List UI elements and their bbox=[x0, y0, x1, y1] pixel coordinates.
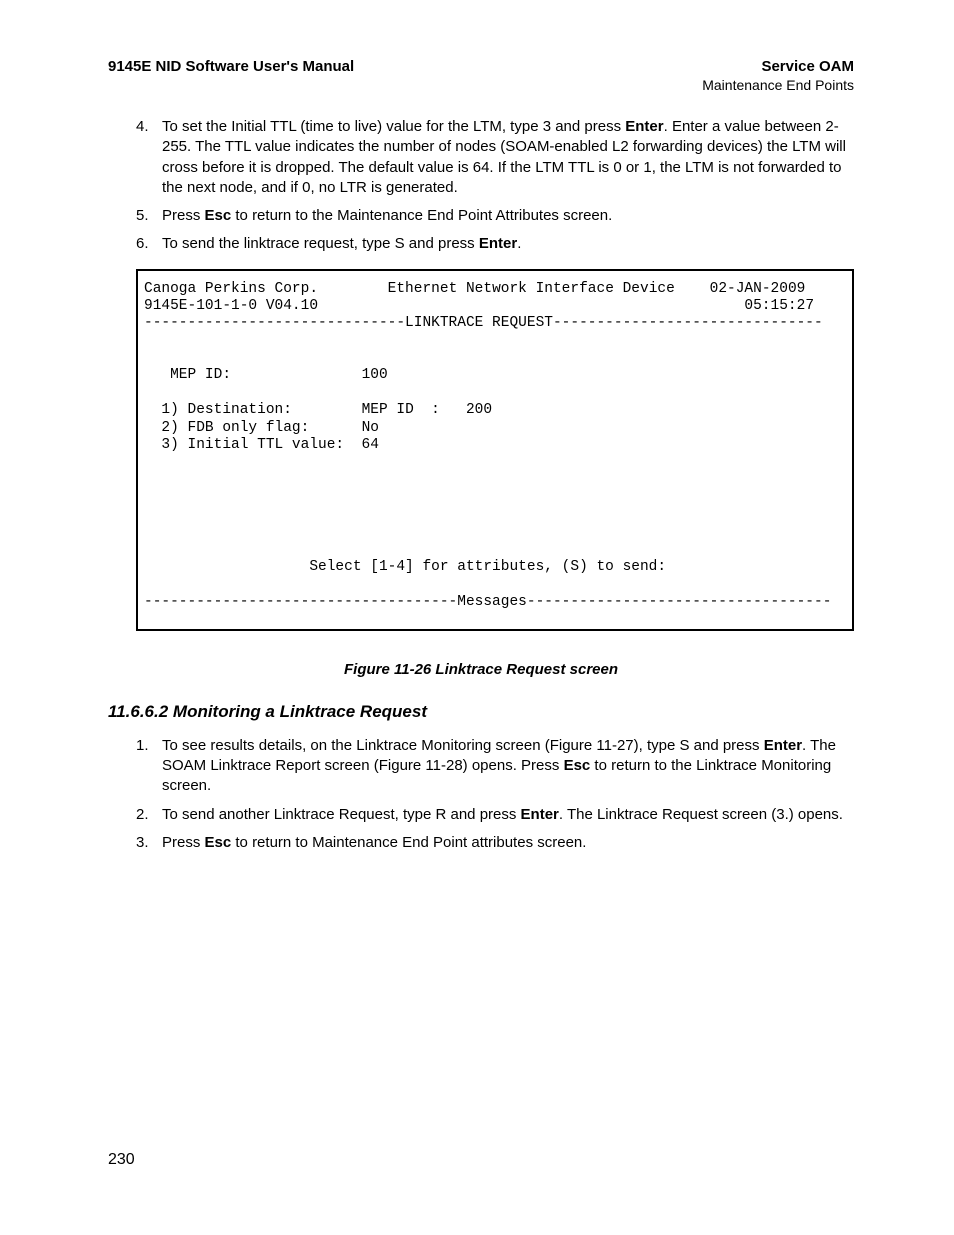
term-opt3: 3) Initial TTL value: bbox=[161, 437, 344, 453]
step-number: 5. bbox=[136, 206, 149, 226]
step-text: . The Linktrace Request screen (3.) open… bbox=[559, 806, 843, 823]
step-text: to return to Maintenance End Point attri… bbox=[231, 834, 586, 851]
steps-list-a: 4. To set the Initial TTL (time to live)… bbox=[108, 117, 854, 255]
figure-caption: Figure 11-26 Linktrace Request screen bbox=[108, 661, 854, 678]
page-header: 9145E NID Software User's Manual Service… bbox=[108, 58, 854, 93]
steps-list-b: 1. To see results details, on the Linktr… bbox=[108, 736, 854, 853]
step-text: To see results details, on the Linktrace… bbox=[162, 737, 764, 754]
step-text: . bbox=[517, 235, 521, 252]
header-subsection: Maintenance End Points bbox=[702, 77, 854, 93]
step-text: To set the Initial TTL (time to live) va… bbox=[162, 118, 625, 135]
term-model: 9145E-101-1-0 V04.10 bbox=[144, 298, 318, 314]
step-item: 4. To set the Initial TTL (time to live)… bbox=[136, 117, 854, 198]
keycap: Enter bbox=[521, 806, 559, 823]
term-opt1-val: MEP ID : 200 bbox=[362, 402, 493, 418]
step-item: 3. Press Esc to return to Maintenance En… bbox=[136, 833, 854, 853]
step-text: To send the linktrace request, type S an… bbox=[162, 235, 479, 252]
term-opt2-val: No bbox=[362, 420, 379, 436]
term-device: Ethernet Network Interface Device bbox=[388, 281, 675, 297]
keycap: Enter bbox=[625, 118, 663, 135]
page-number: 230 bbox=[108, 1151, 135, 1169]
step-text: To send another Linktrace Request, type … bbox=[162, 806, 521, 823]
step-text: Press bbox=[162, 207, 205, 224]
keycap: Esc bbox=[564, 757, 591, 774]
step-item: 2. To send another Linktrace Request, ty… bbox=[136, 805, 854, 825]
term-time: 05:15:27 bbox=[744, 298, 814, 314]
step-number: 2. bbox=[136, 805, 149, 825]
term-mep-label: MEP ID: bbox=[170, 367, 231, 383]
document-page: 9145E NID Software User's Manual Service… bbox=[0, 0, 954, 853]
step-text: Press bbox=[162, 834, 205, 851]
term-date: 02-JAN-2009 bbox=[710, 281, 806, 297]
step-number: 3. bbox=[136, 833, 149, 853]
term-company: Canoga Perkins Corp. bbox=[144, 281, 318, 297]
header-title-left: 9145E NID Software User's Manual bbox=[108, 58, 354, 93]
step-item: 6. To send the linktrace request, type S… bbox=[136, 234, 854, 254]
step-item: 1. To see results details, on the Linktr… bbox=[136, 736, 854, 797]
term-opt3-val: 64 bbox=[362, 437, 379, 453]
term-msg-line: ------------------------------------Mess… bbox=[144, 594, 831, 610]
step-number: 4. bbox=[136, 117, 149, 137]
step-item: 5. Press Esc to return to the Maintenanc… bbox=[136, 206, 854, 226]
header-section: Service OAM bbox=[702, 58, 854, 75]
section-heading: 11.6.6.2 Monitoring a Linktrace Request bbox=[108, 702, 854, 722]
step-number: 1. bbox=[136, 736, 149, 756]
term-opt2: 2) FDB only flag: bbox=[161, 420, 309, 436]
keycap: Esc bbox=[205, 207, 232, 224]
term-mep-value: 100 bbox=[362, 367, 388, 383]
term-opt1: 1) Destination: bbox=[161, 402, 292, 418]
step-number: 6. bbox=[136, 234, 149, 254]
content-block: 4. To set the Initial TTL (time to live)… bbox=[108, 117, 854, 853]
keycap: Enter bbox=[479, 235, 517, 252]
terminal-screenshot: Canoga Perkins Corp. Ethernet Network In… bbox=[136, 269, 854, 631]
term-title-line: ------------------------------LINKTRACE … bbox=[144, 315, 823, 331]
header-right: Service OAM Maintenance End Points bbox=[702, 58, 854, 93]
keycap: Esc bbox=[205, 834, 232, 851]
step-text: to return to the Maintenance End Point A… bbox=[231, 207, 612, 224]
term-prompt: Select [1-4] for attributes, (S) to send… bbox=[309, 559, 666, 575]
keycap: Enter bbox=[764, 737, 802, 754]
